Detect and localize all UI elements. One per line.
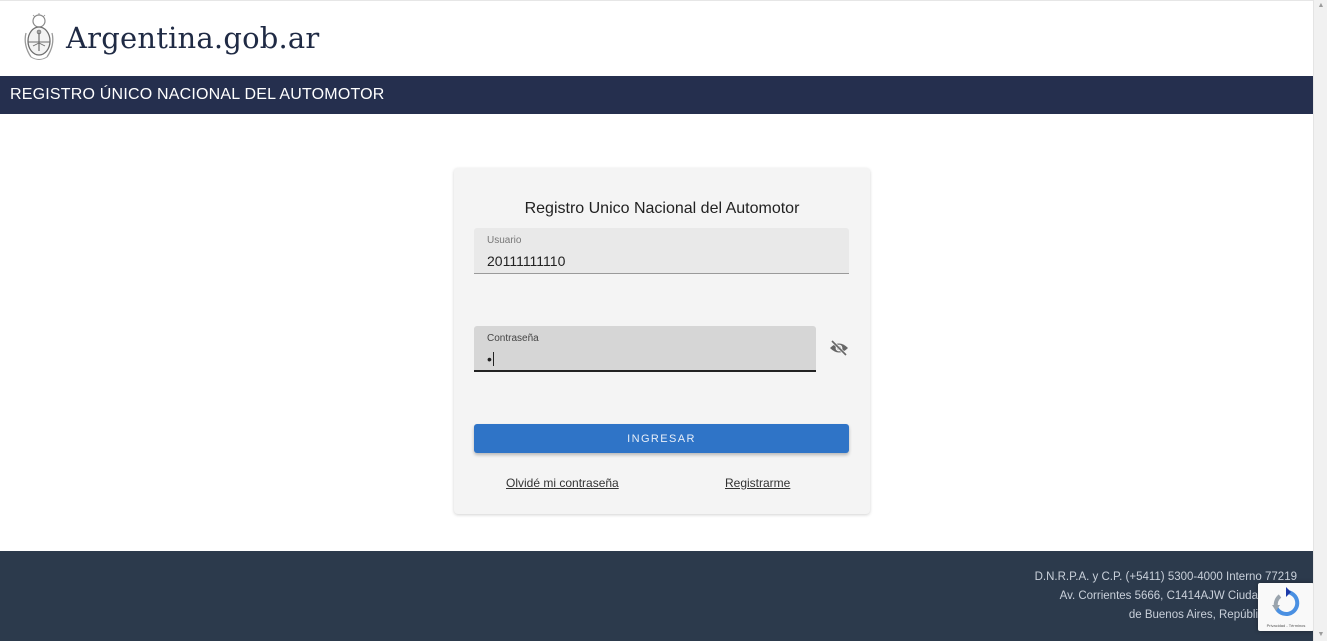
logo[interactable]: Argentina.gob.ar bbox=[22, 13, 319, 63]
site-logo-text: Argentina.gob.ar bbox=[66, 21, 320, 55]
username-label: Usuario bbox=[487, 235, 522, 246]
scroll-down-icon[interactable]: ▼ bbox=[1317, 631, 1325, 639]
footer: D.N.R.P.A. y C.P. (+5411) 5300-4000 Inte… bbox=[0, 551, 1313, 641]
title-bar: REGISTRO ÚNICO NACIONAL DEL AUTOMOTOR bbox=[0, 76, 1313, 114]
top-header: Argentina.gob.ar bbox=[0, 0, 1313, 76]
login-button[interactable]: INGRESAR bbox=[474, 424, 849, 453]
password-value-wrap: • bbox=[487, 351, 494, 367]
recaptcha-terms[interactable]: Privacidad - Términos bbox=[1258, 623, 1314, 628]
page-scrollbar[interactable]: ▲ ▼ bbox=[1313, 0, 1327, 641]
text-caret bbox=[492, 352, 494, 366]
register-link[interactable]: Registrarme bbox=[725, 476, 790, 490]
scroll-thumb[interactable] bbox=[1317, 8, 1325, 548]
forgot-password-link[interactable]: Olvidé mi contraseña bbox=[506, 476, 619, 490]
coat-of-arms-icon bbox=[24, 13, 54, 60]
password-field[interactable]: Contraseña • bbox=[474, 326, 816, 372]
toggle-password-visibility-button[interactable] bbox=[828, 339, 850, 357]
login-title: Registro Unico Nacional del Automotor bbox=[524, 200, 800, 217]
username-value: 20111111110 bbox=[487, 253, 566, 269]
password-label: Contraseña bbox=[487, 333, 539, 344]
recaptcha-badge[interactable]: Privacidad - Términos bbox=[1258, 583, 1314, 631]
username-field[interactable]: Usuario 20111111110 bbox=[474, 228, 849, 274]
login-card: Registro Unico Nacional del Automotor Us… bbox=[454, 168, 870, 514]
page-title: REGISTRO ÚNICO NACIONAL DEL AUTOMOTOR bbox=[10, 86, 385, 103]
password-value: • bbox=[487, 351, 492, 367]
eye-off-icon bbox=[830, 339, 848, 357]
